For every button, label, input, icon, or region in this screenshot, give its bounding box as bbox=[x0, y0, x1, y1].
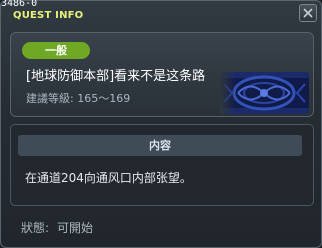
window-title: QUEST INFO bbox=[13, 10, 84, 21]
content-header: 内容 bbox=[18, 135, 302, 156]
quest-info-window: 3486-0 QUEST INFO 一般 [地球防御本部]看来不是这条路 建議等… bbox=[0, 0, 322, 248]
level-range: 165～169 bbox=[77, 92, 131, 105]
recommended-level: 建議等級: 165～169 bbox=[26, 92, 130, 106]
quest-content-panel: 内容 在通道204向通风口内部张望。 bbox=[10, 124, 314, 206]
quest-emblem-image bbox=[220, 72, 309, 114]
status-label: 狀態: bbox=[21, 221, 50, 235]
quest-category-badge: 一般 bbox=[22, 42, 90, 59]
window-id-label: 3486-0 bbox=[1, 0, 38, 9]
content-text: 在通道204向通风口内部张望。 bbox=[25, 171, 192, 185]
quest-name: [地球防御本部]看来不是这条路 bbox=[26, 69, 206, 84]
status-value: 可開始 bbox=[57, 221, 94, 235]
level-label: 建議等級: bbox=[26, 92, 74, 105]
close-icon bbox=[303, 8, 313, 18]
quest-status: 狀態: 可開始 bbox=[21, 221, 93, 236]
close-button[interactable] bbox=[299, 4, 317, 22]
quest-header-panel: 一般 [地球防御本部]看来不是这条路 建議等級: 165～169 bbox=[10, 32, 314, 117]
